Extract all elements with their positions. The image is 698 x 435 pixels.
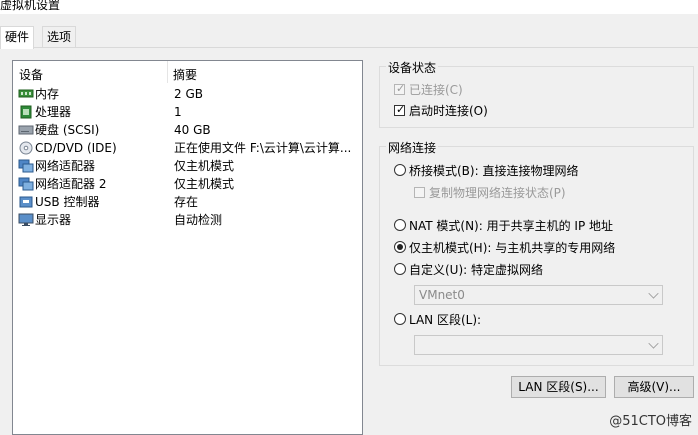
lan-segment-select[interactable] (414, 335, 663, 355)
device-list-header: 设备 摘要 (13, 61, 362, 83)
device-row-cpu[interactable]: 处理器 1 (13, 103, 362, 121)
device-summary: 仅主机模式 (174, 159, 235, 173)
device-row-network-adapter-2[interactable]: 网络适配器 2 仅主机模式 (13, 175, 362, 193)
device-name: 处理器 (35, 105, 72, 119)
chevron-down-icon (648, 338, 659, 349)
device-name: USB 控制器 (35, 195, 100, 209)
device-row-memory[interactable]: 内存 2 GB (13, 85, 362, 103)
cpu-icon (20, 105, 32, 119)
window-title: 虚拟机设置 (0, 0, 61, 12)
replicate-state-checkbox[interactable] (414, 187, 425, 198)
custom-label: 自定义(U): 特定虚拟网络 (409, 263, 544, 277)
device-summary: 仅主机模式 (174, 177, 235, 191)
host-only-label: 仅主机模式(H): 与主机共享的专用网络 (409, 241, 616, 255)
custom-radio[interactable] (394, 263, 406, 275)
harddisk-icon (18, 125, 34, 135)
custom-network-value: VMnet0 (419, 288, 465, 302)
connected-checkbox[interactable]: ✓ (394, 82, 405, 95)
connect-at-power-on-label: 启动时连接(O) (409, 104, 488, 118)
connected-label: 已连接(C) (409, 83, 463, 97)
column-summary[interactable]: 摘要 (173, 66, 197, 83)
lan-segment-radio[interactable] (394, 313, 406, 325)
watermark: @51CTO博客 (609, 414, 692, 429)
replicate-state-label: 复制物理网络连接状态(P) (429, 186, 566, 200)
title-bar: 虚拟机设置 (0, 0, 698, 14)
device-row-monitor[interactable]: 显示器 自动检测 (13, 211, 362, 229)
network-connection-title: 网络连接 (386, 139, 439, 156)
device-name: 硬盘 (SCSI) (35, 123, 100, 137)
usb-icon (19, 196, 33, 208)
device-summary: 1 (174, 105, 182, 119)
custom-network-select[interactable]: VMnet0 (414, 285, 663, 305)
nat-label: NAT 模式(N): 用于共享主机的 IP 地址 (409, 219, 614, 233)
device-summary: 正在使用文件 F:\云计算\云计算... (174, 141, 352, 155)
device-row-harddisk[interactable]: 硬盘 (SCSI) 40 GB (13, 121, 362, 139)
column-separator (167, 61, 168, 83)
lan-segments-button[interactable]: LAN 区段(S)... (511, 376, 606, 398)
chevron-down-icon (648, 288, 659, 299)
device-summary: 40 GB (174, 123, 211, 137)
device-name: CD/DVD (IDE) (35, 141, 117, 155)
tab-options[interactable]: 选项 (42, 26, 77, 47)
device-row-cd-dvd[interactable]: CD/DVD (IDE) 正在使用文件 F:\云计算\云计算... (13, 139, 362, 157)
host-only-radio[interactable] (394, 241, 406, 253)
device-list[interactable]: 设备 摘要 内存 2 GB 处理器 1 硬盘 (SCSI) 40 GB CD/D… (12, 60, 363, 435)
cd-icon (19, 141, 33, 155)
device-status-group: 设备状态 ✓ 已连接(C) ✓ 启动时连接(O) (379, 59, 694, 128)
device-row-network-adapter[interactable]: 网络适配器 仅主机模式 (13, 157, 362, 175)
device-summary: 存在 (174, 195, 199, 209)
device-summary: 2 GB (174, 87, 203, 101)
device-status-title: 设备状态 (386, 59, 439, 76)
tab-bar: 硬件 选项 (0, 26, 698, 49)
device-name: 显示器 (35, 213, 72, 227)
device-row-usb[interactable]: USB 控制器 存在 (13, 193, 362, 211)
device-summary: 自动检测 (174, 213, 223, 227)
column-device[interactable]: 设备 (19, 66, 43, 83)
memory-icon (18, 89, 34, 98)
bridged-radio[interactable] (394, 164, 406, 176)
connect-at-power-on-checkbox[interactable]: ✓ (394, 103, 405, 116)
network-connection-group: 网络连接 桥接模式(B): 直接连接物理网络 复制物理网络连接状态(P) NAT… (379, 139, 694, 366)
network-adapter-icon (18, 177, 34, 191)
device-name: 网络适配器 2 (35, 177, 107, 191)
lan-segment-label: LAN 区段(L): (409, 313, 482, 327)
device-name: 内存 (35, 87, 60, 101)
network-adapter-icon (18, 159, 34, 173)
monitor-icon (18, 213, 34, 226)
nat-radio[interactable] (394, 219, 406, 231)
device-name: 网络适配器 (35, 159, 96, 173)
bridged-label: 桥接模式(B): 直接连接物理网络 (409, 164, 579, 178)
advanced-button[interactable]: 高级(V)... (614, 376, 694, 398)
tab-hardware[interactable]: 硬件 (0, 26, 35, 49)
